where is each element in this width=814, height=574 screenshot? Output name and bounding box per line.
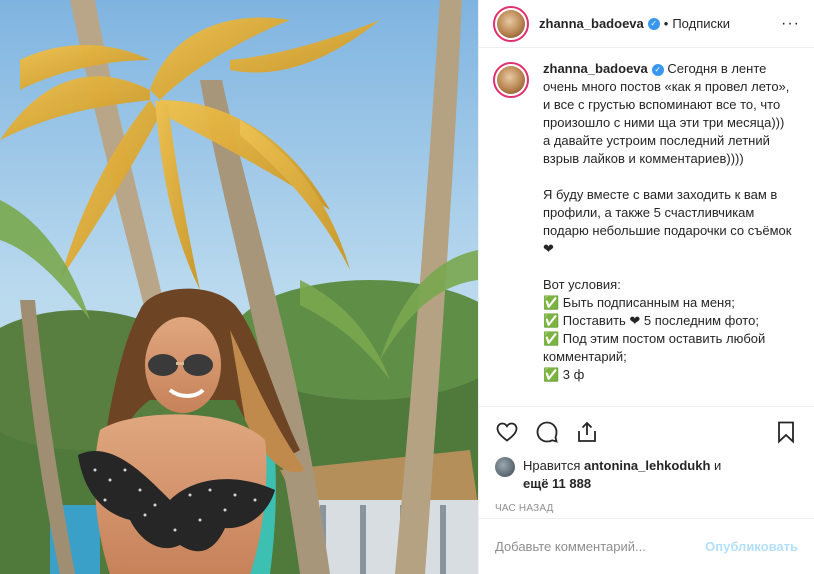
photo-illustration <box>0 0 478 574</box>
likes-text: Нравится antonina_lehkodukh и ещё 11 888 <box>523 457 721 493</box>
caption-scroll-area[interactable]: zhanna_badoeva ✓ Сегодня в ленте очень мн… <box>479 60 814 405</box>
post-photo[interactable] <box>0 0 478 574</box>
separator-dot: • <box>663 16 669 31</box>
caption: zhanna_badoeva ✓ Сегодня в ленте очень мн… <box>493 60 800 384</box>
following-button[interactable]: Подписки <box>672 16 730 31</box>
likes-count[interactable]: ещё 11 888 <box>523 476 591 491</box>
comment-icon[interactable] <box>535 420 559 444</box>
more-options-icon[interactable]: ··· <box>781 15 800 33</box>
liker-username[interactable]: antonina_lehkodukh <box>584 458 710 473</box>
caption-username[interactable]: zhanna_badoeva <box>543 61 648 76</box>
avatar[interactable] <box>493 5 529 42</box>
verified-badge-icon: ✓ <box>651 64 664 76</box>
liker-avatar[interactable] <box>495 457 515 477</box>
header-username[interactable]: zhanna_badoeva <box>539 16 644 31</box>
likes-prefix: Нравится <box>523 458 581 473</box>
likes-row: Нравится antonina_lehkodukh и ещё 11 888 <box>495 457 798 493</box>
likes-and: и <box>714 458 722 473</box>
publish-button[interactable]: Опубликовать <box>705 539 798 554</box>
comment-bar: Опубликовать <box>479 518 814 574</box>
caption-text: zhanna_badoeva ✓ Сегодня в ленте очень мн… <box>543 60 793 384</box>
comment-input[interactable] <box>495 539 706 554</box>
caption-paragraph-1: zhanna_badoeva ✓ Сегодня в ленте очень мн… <box>543 60 793 168</box>
bookmark-icon[interactable] <box>774 420 798 444</box>
share-icon[interactable] <box>575 420 599 444</box>
post-sidebar: zhanna_badoeva ✓ • Подписки ··· zhanna_b… <box>478 0 814 574</box>
caption-paragraph-3: Вот условия: ✅ Быть подписанным на меня;… <box>543 277 766 382</box>
caption-paragraph-2: Я буду вместе с вами заходить к вам в пр… <box>543 187 792 256</box>
post-actions-area: Нравится antonina_lehkodukh и ещё 11 888… <box>479 406 814 514</box>
post-timestamp[interactable]: ЧАС НАЗАД <box>495 503 798 514</box>
post-header: zhanna_badoeva ✓ • Подписки ··· <box>479 0 814 48</box>
verified-badge-icon: ✓ <box>647 17 660 30</box>
heart-icon[interactable] <box>495 420 519 444</box>
caption-paragraph-1-text: Сегодня в ленте очень много постов «как … <box>543 61 790 166</box>
caption-avatar[interactable] <box>493 62 529 98</box>
action-bar <box>495 407 798 457</box>
